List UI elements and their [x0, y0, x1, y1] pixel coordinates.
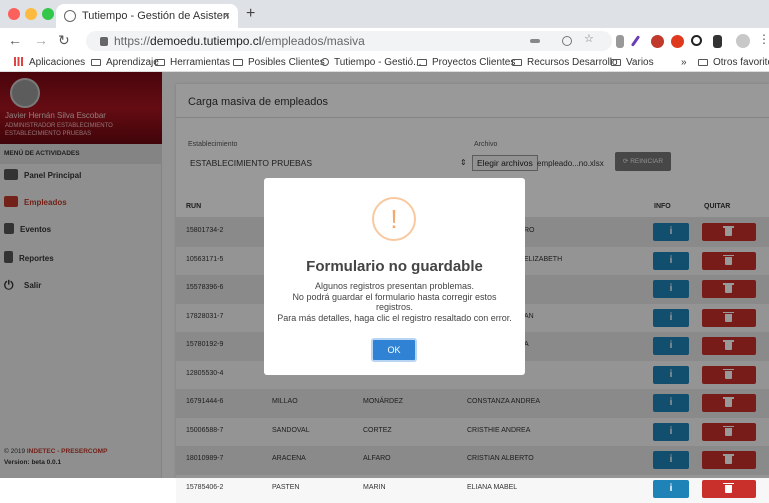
folder-icon [611, 59, 621, 66]
close-window-button[interactable] [8, 8, 20, 20]
info-button[interactable]: i [653, 480, 689, 498]
bookmark-folder[interactable]: Otros favoritos [698, 54, 769, 71]
trash-icon [723, 483, 734, 485]
back-icon[interactable]: ← [8, 32, 22, 48]
modal-message: Algunos registros presentan problemas. N… [274, 281, 515, 323]
lock-icon [100, 37, 108, 46]
modal-title: Formulario no guardable [264, 258, 525, 275]
tab-title: Tutiempo - Gestión de Asisten [82, 10, 229, 22]
bookmark-apps[interactable]: Aplicaciones [14, 54, 85, 71]
pen-extension-icon[interactable] [631, 35, 640, 47]
modal-message-line: Algunos registros presentan problemas. [274, 281, 515, 292]
profile-avatar-icon[interactable] [736, 34, 750, 48]
bookmark-label: Aplicaciones [29, 57, 85, 68]
bookmark-label: Varios [626, 57, 654, 68]
bookmark-label: Posibles Clientes [248, 57, 325, 68]
bookmark-label: Aprendizaje [106, 57, 159, 68]
extension-icon[interactable] [616, 35, 624, 48]
cell-run: 15785406-2 [186, 484, 223, 491]
folder-icon [91, 59, 101, 66]
bookmark-label: Herramientas [170, 57, 230, 68]
url-path: /empleados/masiva [261, 34, 364, 48]
warning-icon: ! [372, 197, 416, 241]
cell-names: ELIANA MABEL [467, 484, 517, 491]
bookmark-label: Otros favoritos [713, 57, 769, 68]
bookmark-link[interactable]: Tutiempo - Gestió... [321, 54, 421, 71]
tag-extension-icon[interactable] [713, 35, 722, 48]
browser-chrome: Tutiempo - Gestión de Asisten × + ← → ↻ … [0, 0, 769, 72]
browser-toolbar: ← → ↻ https://demoedu.tutiempo.cl/emplea… [0, 28, 769, 54]
url-domain: demoedu.tutiempo.cl [150, 34, 261, 48]
bookmark-folder[interactable]: Proyectos Clientes [417, 54, 515, 71]
bookmark-folder[interactable]: Recursos Desarrollo [512, 54, 618, 71]
sync-extension-icon[interactable] [691, 35, 702, 46]
bookmark-label: Proyectos Clientes [432, 57, 515, 68]
reload-icon[interactable]: ↻ [58, 32, 70, 49]
opera-icon[interactable] [671, 35, 684, 48]
maximize-window-button[interactable] [42, 8, 54, 20]
modal-message-line: No podrá guardar el formulario hasta cor… [274, 292, 515, 313]
bookmark-folder[interactable]: Aprendizaje [91, 54, 159, 71]
tab-strip: Tutiempo - Gestión de Asisten × + [0, 0, 769, 28]
folder-icon [155, 59, 165, 66]
cell-lastname2: MARIN [363, 484, 386, 491]
bookmarks-overflow[interactable]: » [681, 54, 687, 71]
cell-lastname1: PASTEN [272, 484, 300, 491]
favicon-icon [64, 10, 76, 22]
table-row[interactable]: 15785406-2 PASTEN MARIN ELIANA MABEL i [176, 475, 769, 503]
error-modal: ! Formulario no guardable Algunos regist… [264, 178, 525, 375]
folder-icon [698, 59, 708, 66]
folder-icon [512, 59, 522, 66]
zoom-icon[interactable] [562, 36, 572, 46]
bookmarks-bar: Aplicaciones Aprendizaje Herramientas Po… [0, 54, 769, 72]
ok-button[interactable]: OK [371, 338, 417, 362]
url-prefix: https:// [114, 34, 150, 48]
bookmark-folder[interactable]: Varios [611, 54, 654, 71]
bookmark-folder[interactable]: Posibles Clientes [233, 54, 325, 71]
ublock-icon[interactable] [651, 35, 664, 48]
favicon-icon [321, 58, 329, 66]
modal-message-line: Para más detalles, haga clic el registro… [274, 313, 515, 324]
star-icon[interactable]: ☆ [584, 32, 597, 45]
bookmark-label: Tutiempo - Gestió... [334, 57, 421, 68]
delete-button[interactable] [702, 480, 756, 498]
browser-tab[interactable]: Tutiempo - Gestión de Asisten × [56, 4, 238, 28]
key-icon[interactable] [530, 39, 540, 43]
trash-icon [725, 485, 732, 493]
folder-icon [233, 59, 243, 66]
minimize-window-button[interactable] [25, 8, 37, 20]
new-tab-button[interactable]: + [246, 5, 255, 23]
tab-close-icon[interactable]: × [224, 4, 230, 28]
apps-grid-icon [14, 57, 23, 66]
forward-icon[interactable]: → [34, 32, 48, 48]
folder-icon [417, 59, 427, 66]
bookmark-folder[interactable]: Herramientas [155, 54, 230, 71]
bookmark-label: Recursos Desarrollo [527, 57, 618, 68]
more-menu-icon[interactable]: ⋮ [758, 32, 769, 46]
